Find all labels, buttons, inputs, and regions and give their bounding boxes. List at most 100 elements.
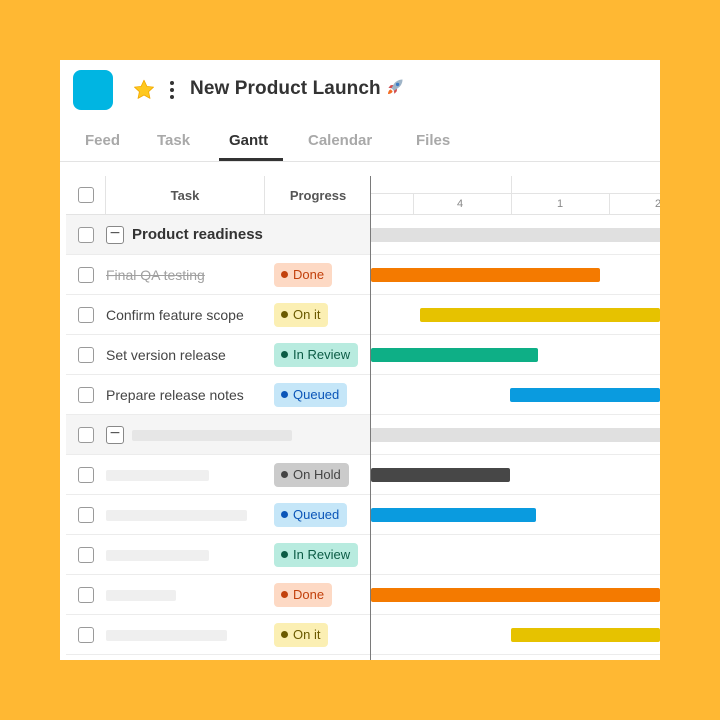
status-dot	[281, 511, 288, 518]
tab-gantt[interactable]: Gantt	[229, 132, 268, 149]
task-name[interactable]: Prepare release notes	[106, 387, 244, 403]
task-name-placeholder	[106, 550, 209, 561]
timeline-divider	[511, 176, 512, 194]
row-checkbox[interactable]	[78, 307, 94, 323]
table-row[interactable]: In Review	[66, 535, 371, 575]
group-row[interactable]: −	[66, 415, 371, 455]
task-name-placeholder	[106, 630, 227, 641]
tab-files[interactable]: Files	[416, 132, 450, 149]
column-header-progress[interactable]: Progress	[265, 176, 371, 215]
table-row[interactable]: Final QA testing Done	[66, 255, 371, 295]
gantt-row	[371, 295, 660, 335]
status-label: In Review	[293, 547, 351, 562]
tab-task[interactable]: Task	[157, 132, 190, 149]
task-bar[interactable]	[371, 508, 536, 522]
task-bar[interactable]	[511, 628, 660, 642]
tab-feed[interactable]: Feed	[85, 132, 120, 149]
timeline-tick: 4	[457, 198, 464, 210]
task-bar[interactable]	[510, 388, 660, 402]
column-header-task[interactable]: Task	[106, 176, 265, 215]
table-row[interactable]: Confirm feature scope On it	[66, 295, 371, 335]
active-tab-indicator	[219, 158, 283, 161]
status-label: Done	[293, 267, 325, 282]
status-label: Queued	[293, 387, 340, 402]
star-icon[interactable]	[132, 78, 156, 102]
gantt-row	[371, 455, 660, 495]
task-name[interactable]: Confirm feature scope	[106, 307, 244, 323]
more-options-icon[interactable]	[164, 78, 180, 102]
status-label: Queued	[293, 507, 340, 522]
task-name-placeholder	[106, 510, 247, 521]
table-row[interactable]: Done	[66, 575, 371, 615]
task-bar[interactable]	[371, 468, 510, 482]
table-row[interactable]: Prepare release notes Queued	[66, 375, 371, 415]
group-row[interactable]: − Product readiness	[66, 215, 371, 255]
status-badge[interactable]: Done	[274, 583, 333, 607]
task-name[interactable]: Final QA testing	[106, 267, 205, 283]
group-timeline-bar[interactable]	[371, 228, 660, 242]
gantt-row	[371, 535, 660, 575]
row-checkbox[interactable]	[78, 587, 94, 603]
status-badge[interactable]: In Review	[274, 543, 359, 567]
timeline-tick: 1	[557, 198, 564, 210]
tab-calendar[interactable]: Calendar	[308, 132, 372, 149]
status-badge[interactable]: Queued	[274, 383, 348, 407]
app-icon[interactable]	[73, 70, 113, 110]
status-label: On it	[293, 307, 321, 322]
task-name-placeholder	[106, 590, 176, 601]
status-badge[interactable]: Done	[274, 263, 333, 287]
table-row[interactable]: Queued	[66, 495, 371, 535]
group-name-placeholder	[132, 430, 292, 441]
task-bar[interactable]	[371, 588, 660, 602]
row-checkbox[interactable]	[78, 467, 94, 483]
status-badge[interactable]: On Hold	[274, 463, 349, 487]
task-name[interactable]: Set version release	[106, 347, 226, 363]
status-label: On Hold	[293, 467, 341, 482]
status-badge[interactable]: Queued	[274, 503, 348, 527]
row-checkbox[interactable]	[78, 507, 94, 523]
status-dot	[281, 351, 288, 358]
row-checkbox[interactable]	[78, 627, 94, 643]
status-dot	[281, 591, 288, 598]
gantt-row	[371, 215, 660, 255]
table-row[interactable]: Set version release In Review	[66, 335, 371, 375]
group-name: Product readiness	[132, 226, 263, 243]
gantt-row	[371, 495, 660, 535]
task-bar[interactable]	[371, 348, 538, 362]
table-row[interactable]: On it	[66, 615, 371, 655]
status-dot	[281, 631, 288, 638]
timeline-header-top	[371, 176, 660, 194]
table-row[interactable]: On Hold	[66, 455, 371, 495]
collapse-group-button[interactable]: −	[106, 226, 124, 244]
row-checkbox[interactable]	[78, 267, 94, 283]
row-checkbox[interactable]	[78, 427, 94, 443]
status-badge[interactable]: On it	[274, 623, 329, 647]
status-label: On it	[293, 627, 321, 642]
status-dot	[281, 471, 288, 478]
gantt-row	[371, 575, 660, 615]
project-card: New Product Launch Feed Task Gantt Calen…	[60, 60, 660, 660]
status-label: Done	[293, 587, 325, 602]
timeline-divider	[609, 194, 610, 215]
timeline-divider	[413, 194, 414, 215]
status-label: In Review	[293, 347, 351, 362]
gantt-row	[371, 255, 660, 295]
task-bar[interactable]	[371, 268, 600, 282]
gantt-row	[371, 615, 660, 655]
timeline-tick: 2	[655, 198, 660, 210]
task-bar[interactable]	[420, 308, 660, 322]
status-badge[interactable]: On it	[274, 303, 329, 327]
row-checkbox[interactable]	[78, 347, 94, 363]
row-checkbox[interactable]	[78, 387, 94, 403]
page-title: New Product Launch	[190, 77, 405, 100]
row-checkbox[interactable]	[78, 547, 94, 563]
status-dot	[281, 271, 288, 278]
collapse-group-button[interactable]: −	[106, 426, 124, 444]
page-title-text: New Product Launch	[190, 78, 381, 99]
task-name-placeholder	[106, 470, 209, 481]
status-badge[interactable]: In Review	[274, 343, 359, 367]
select-all-checkbox[interactable]	[78, 187, 94, 203]
row-checkbox[interactable]	[78, 227, 94, 243]
group-timeline-bar[interactable]	[371, 428, 660, 442]
tab-bar: Feed Task Gantt Calendar Files	[60, 122, 660, 162]
